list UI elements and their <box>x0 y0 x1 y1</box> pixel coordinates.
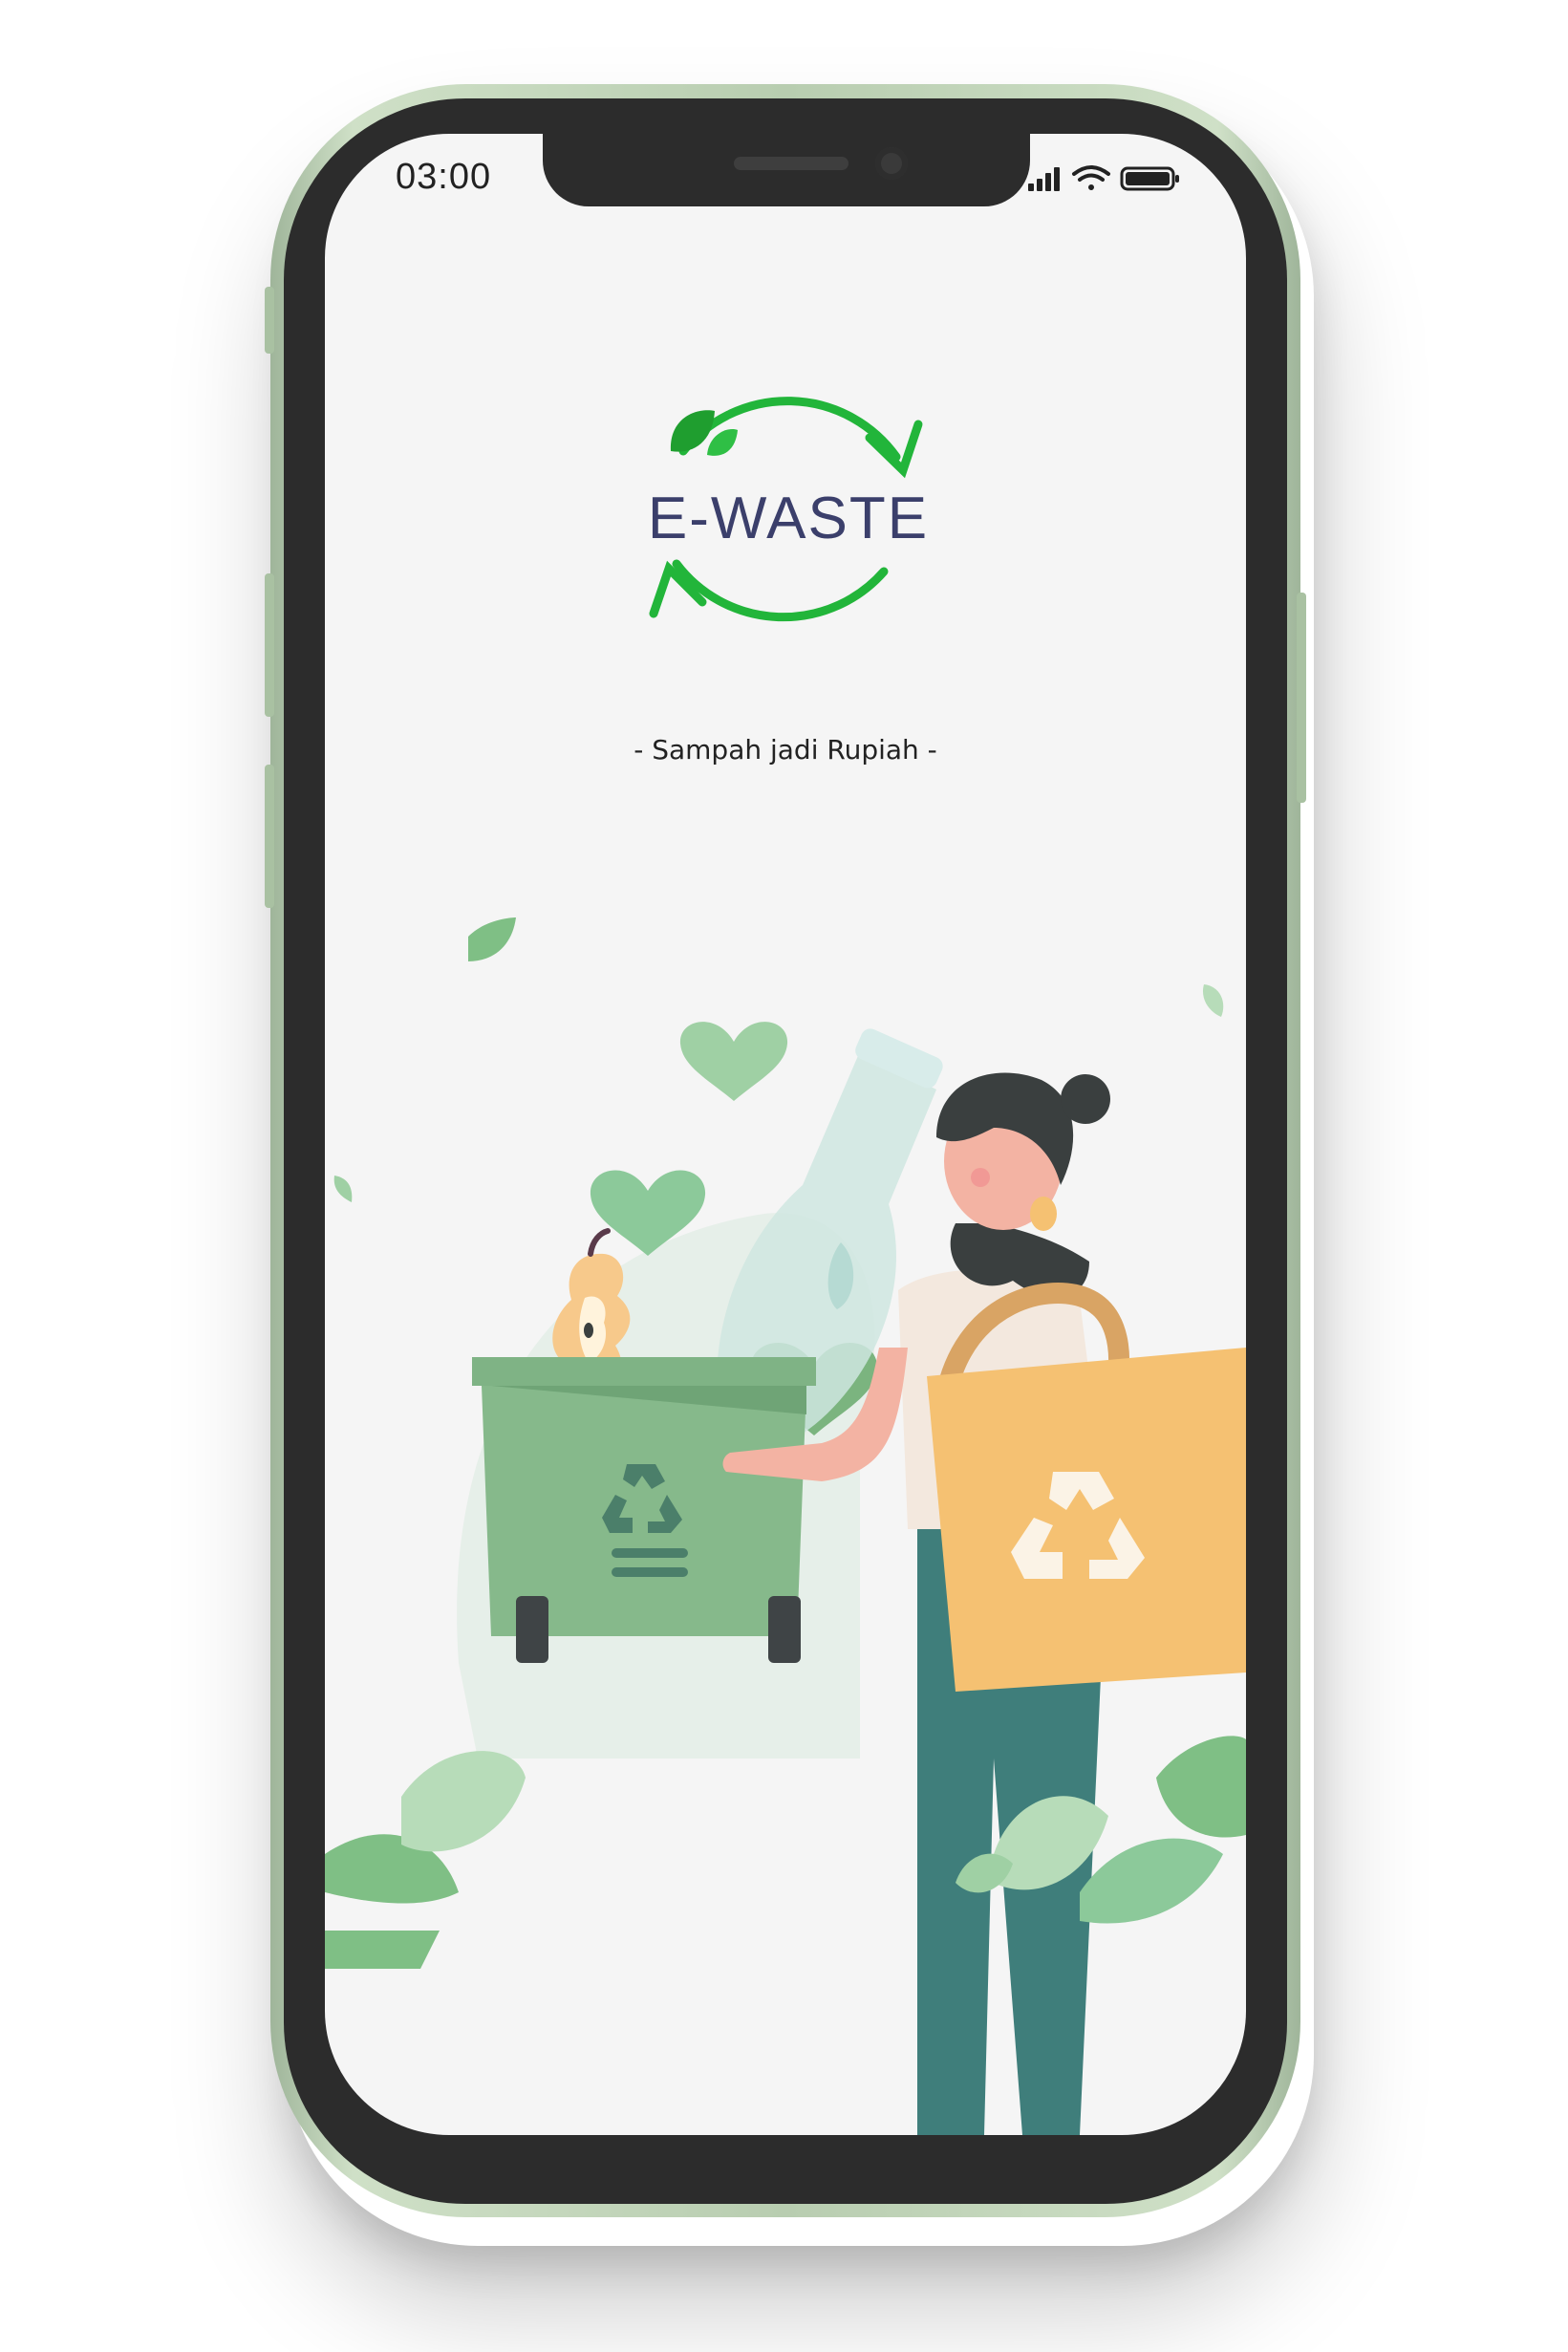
tagline: - Sampah jadi Rupiah - <box>634 734 937 766</box>
bin-label-line <box>612 1567 688 1577</box>
leaf-icon <box>1202 984 1224 1017</box>
recycle-bin <box>472 1357 816 1663</box>
plant-left <box>325 1751 526 1969</box>
status-time: 03:00 <box>396 157 492 197</box>
side-button-volume-down <box>265 765 274 908</box>
notch <box>543 134 1030 206</box>
app-screen: 03:00 E-WASTE - Sampah jadi Rupiah - <box>325 134 1246 2135</box>
side-button-power <box>1297 593 1306 803</box>
side-button-volume-up <box>265 573 274 717</box>
woman-recycling-illustration <box>325 917 1246 2135</box>
bin-label-line <box>612 1548 688 1558</box>
wifi-icon <box>1072 165 1110 190</box>
leaf-icon <box>333 1176 353 1202</box>
heart-icon <box>679 1022 788 1101</box>
e-waste-logo: E-WASTE <box>648 397 929 622</box>
battery-icon <box>1120 166 1179 191</box>
status-icons <box>1028 165 1179 191</box>
leaf-icon <box>468 917 516 961</box>
signal-icon <box>1028 167 1060 191</box>
speaker-grille <box>734 157 848 170</box>
recycle-arrow-bottom <box>672 559 889 622</box>
arrowhead-bottom <box>649 560 707 618</box>
tote-bag <box>927 1348 1246 1692</box>
logo-text: E-WASTE <box>648 486 929 551</box>
side-button-mute <box>265 287 274 354</box>
front-camera <box>875 147 908 180</box>
